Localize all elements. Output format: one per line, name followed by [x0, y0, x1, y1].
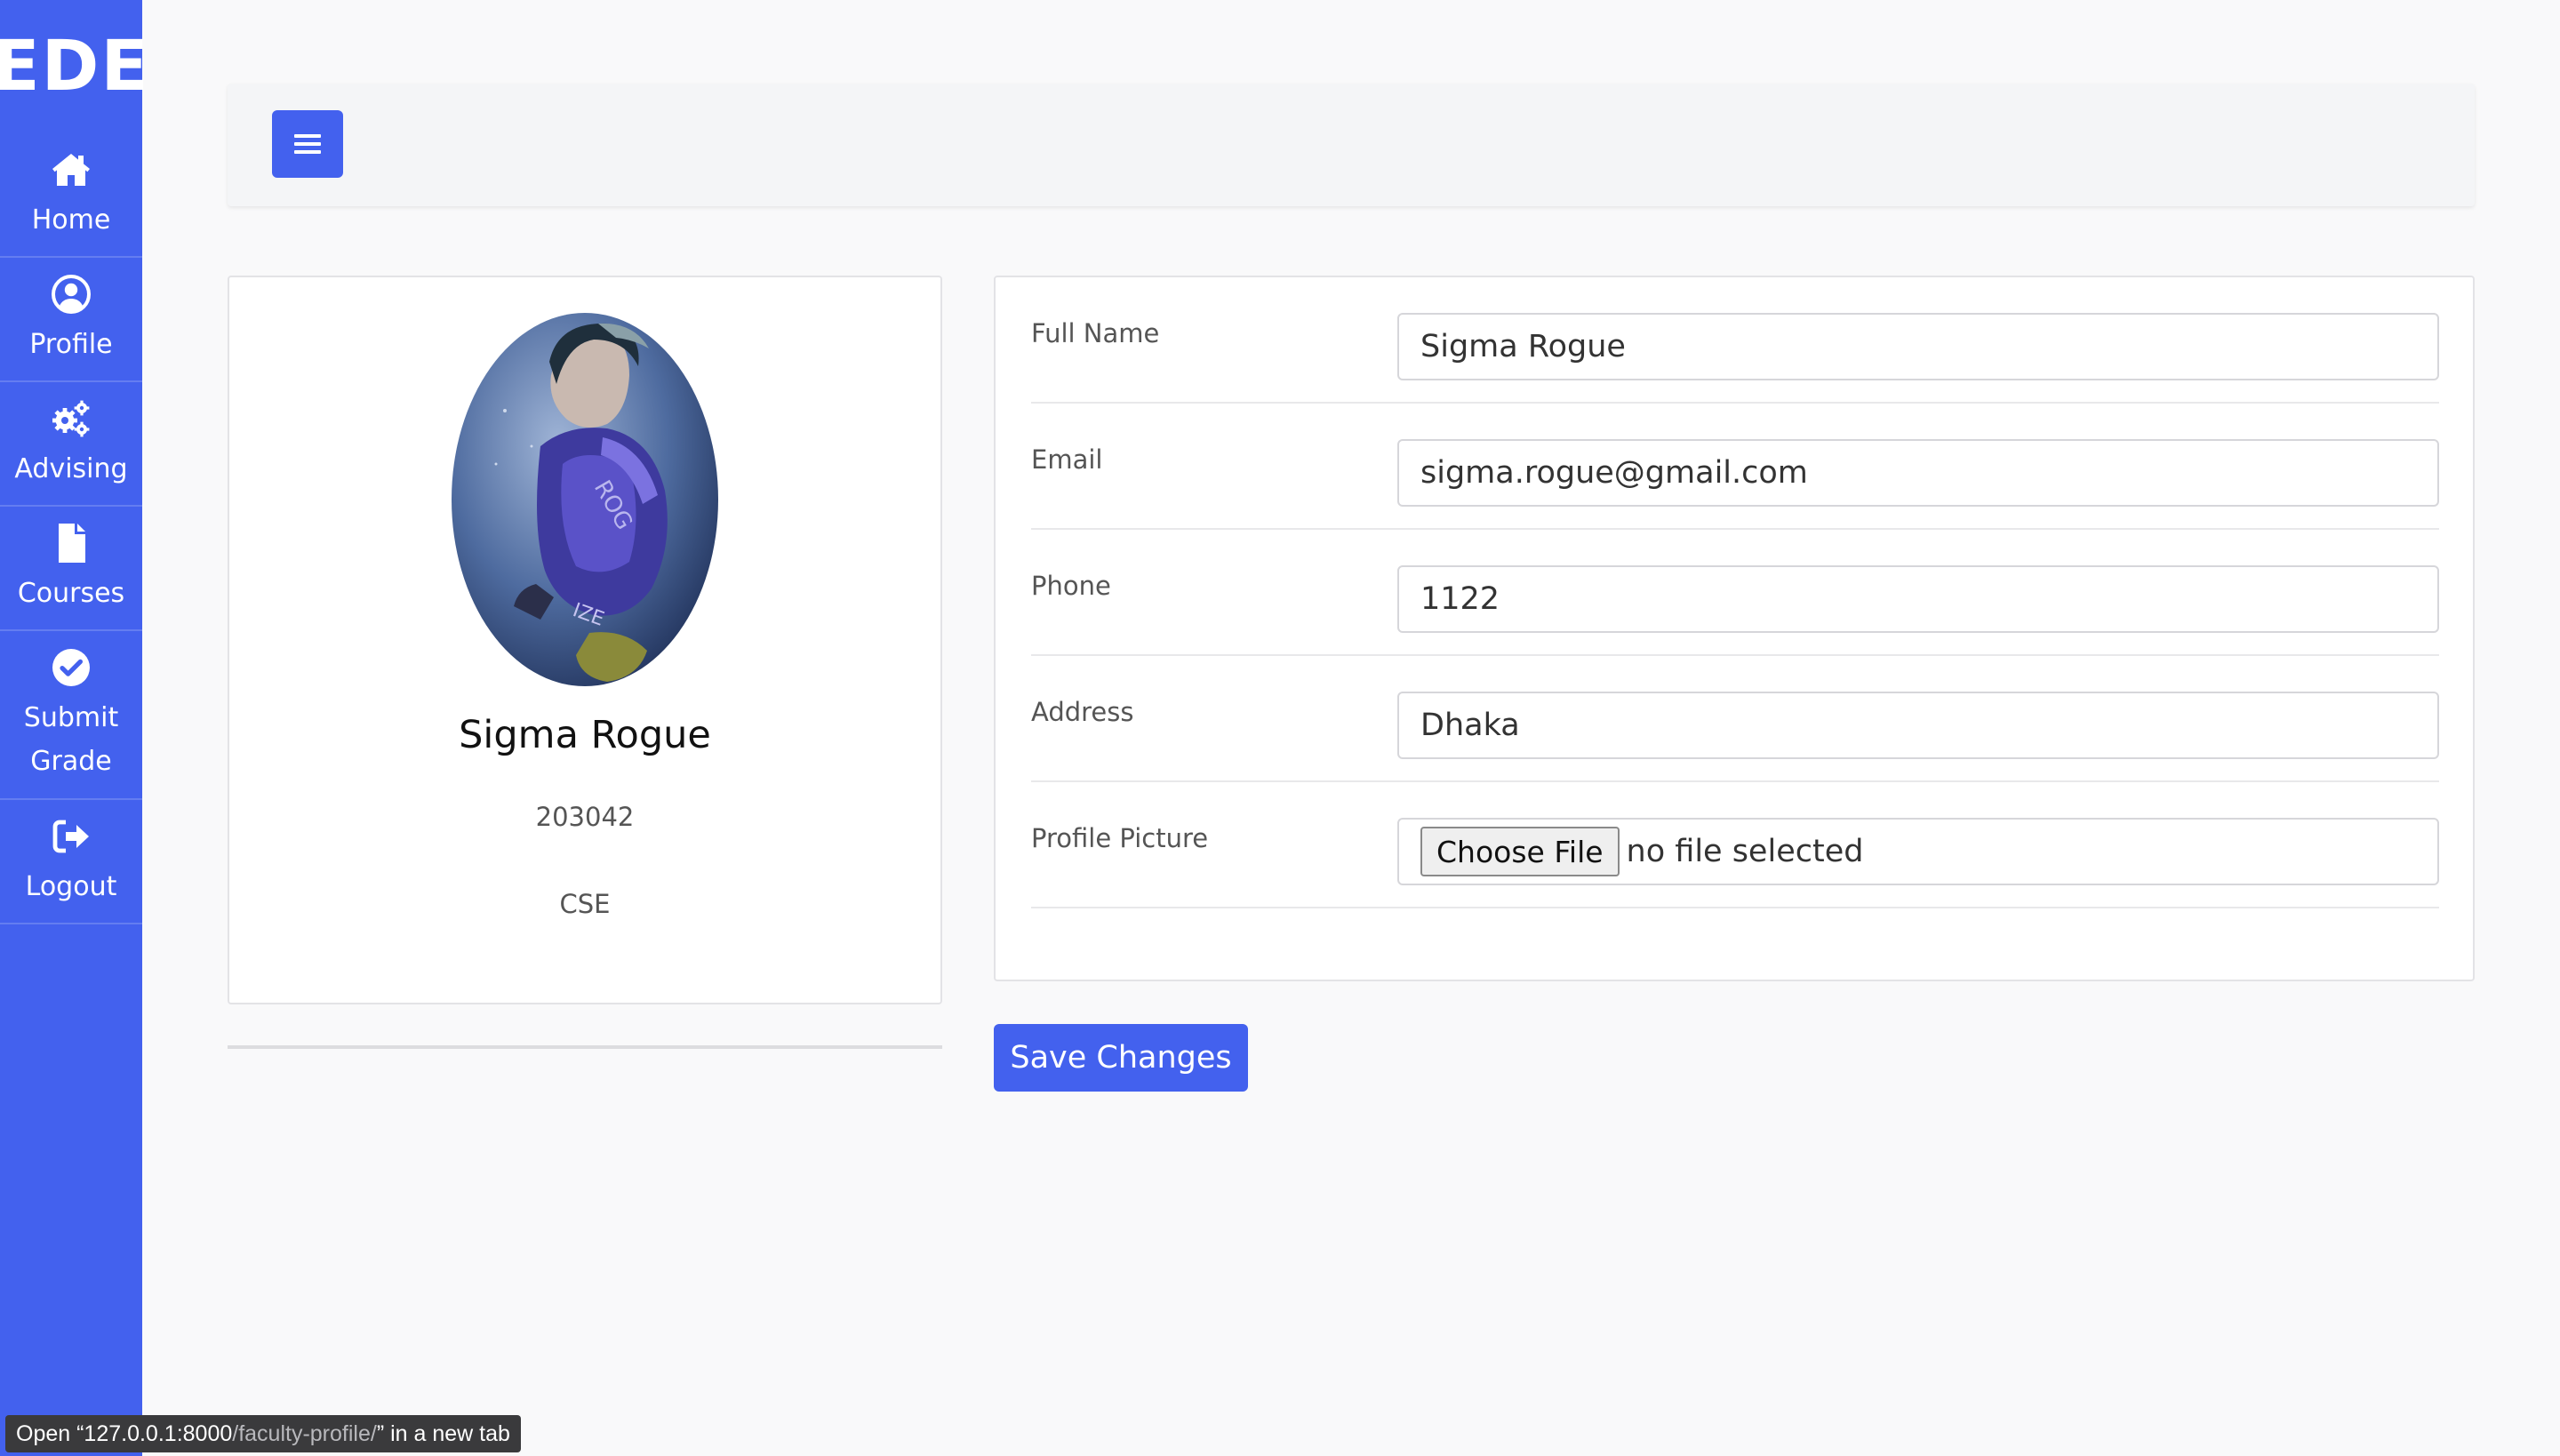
link-status-bar: Open “127.0.0.1:8000/faculty-profile/” i… [5, 1415, 521, 1452]
status-prefix: Open “127.0.0.1:8000 [16, 1420, 233, 1446]
form-row-full-name: Full Name [1031, 277, 2439, 404]
profile-id: 203042 [535, 802, 635, 832]
divider [228, 1045, 942, 1049]
form-row-email: Email [1031, 404, 2439, 530]
home-icon [52, 153, 90, 186]
sidebar-item-logout[interactable]: Logout [0, 800, 142, 924]
full-name-input[interactable] [1397, 313, 2439, 380]
check-circle-icon [52, 649, 90, 686]
sidebar-item-home[interactable]: Home [0, 133, 142, 258]
logo[interactable]: EDE [0, 0, 148, 133]
profile-card: ROG IZE Sigma Rogue 203042 CSE [228, 276, 942, 1004]
sign-out-icon [52, 820, 89, 852]
profile-picture-label: Profile Picture [1031, 823, 1209, 853]
gears-icon [52, 400, 90, 436]
profile-picture-file-input[interactable]: Choose File no file selected [1397, 818, 2439, 885]
save-changes-button[interactable]: Save Changes [994, 1024, 1248, 1092]
file-status: no file selected [1626, 834, 1864, 869]
address-input[interactable] [1397, 692, 2439, 759]
form-row-phone: Phone [1031, 530, 2439, 656]
profile-name: Sigma Rogue [459, 713, 711, 757]
file-icon [59, 523, 85, 563]
email-label: Email [1031, 444, 1103, 475]
sidebar-item-label: Logout [25, 870, 117, 902]
topbar [228, 84, 2475, 206]
full-name-label: Full Name [1031, 318, 1160, 348]
sidebar-item-advising[interactable]: Advising [0, 382, 142, 507]
user-circle-icon [52, 274, 91, 314]
email-input[interactable] [1397, 439, 2439, 507]
profile-form: Full Name Email Phone Address Profile Pi… [994, 276, 2475, 981]
sidebar-item-profile[interactable]: Profile [0, 258, 142, 382]
phone-input[interactable] [1397, 565, 2439, 633]
sidebar-item-label: Courses [17, 577, 125, 609]
sidebar: EDE Home Profile Advising Courses Submit… [0, 0, 148, 1456]
menu-toggle-button[interactable] [272, 110, 343, 178]
sidebar-item-submit-grade[interactable]: Submit Grade [0, 631, 142, 800]
avatar: ROG IZE [452, 313, 718, 686]
sidebar-item-label: Submit Grade [23, 702, 119, 777]
status-suffix: ” in a new tab [376, 1420, 510, 1446]
phone-label: Phone [1031, 571, 1111, 601]
address-label: Address [1031, 697, 1134, 727]
hamburger-icon [294, 134, 321, 154]
sidebar-item-label: Profile [29, 328, 113, 360]
sidebar-item-label: Home [31, 204, 111, 236]
choose-file-button[interactable]: Choose File [1420, 827, 1620, 876]
form-row-address: Address [1031, 656, 2439, 782]
sidebar-item-label: Advising [14, 452, 128, 484]
profile-department: CSE [559, 889, 611, 919]
form-row-profile-picture: Profile Picture Choose File no file sele… [1031, 782, 2439, 908]
status-path: /faculty-profile/ [232, 1420, 377, 1446]
sidebar-item-courses[interactable]: Courses [0, 507, 142, 631]
